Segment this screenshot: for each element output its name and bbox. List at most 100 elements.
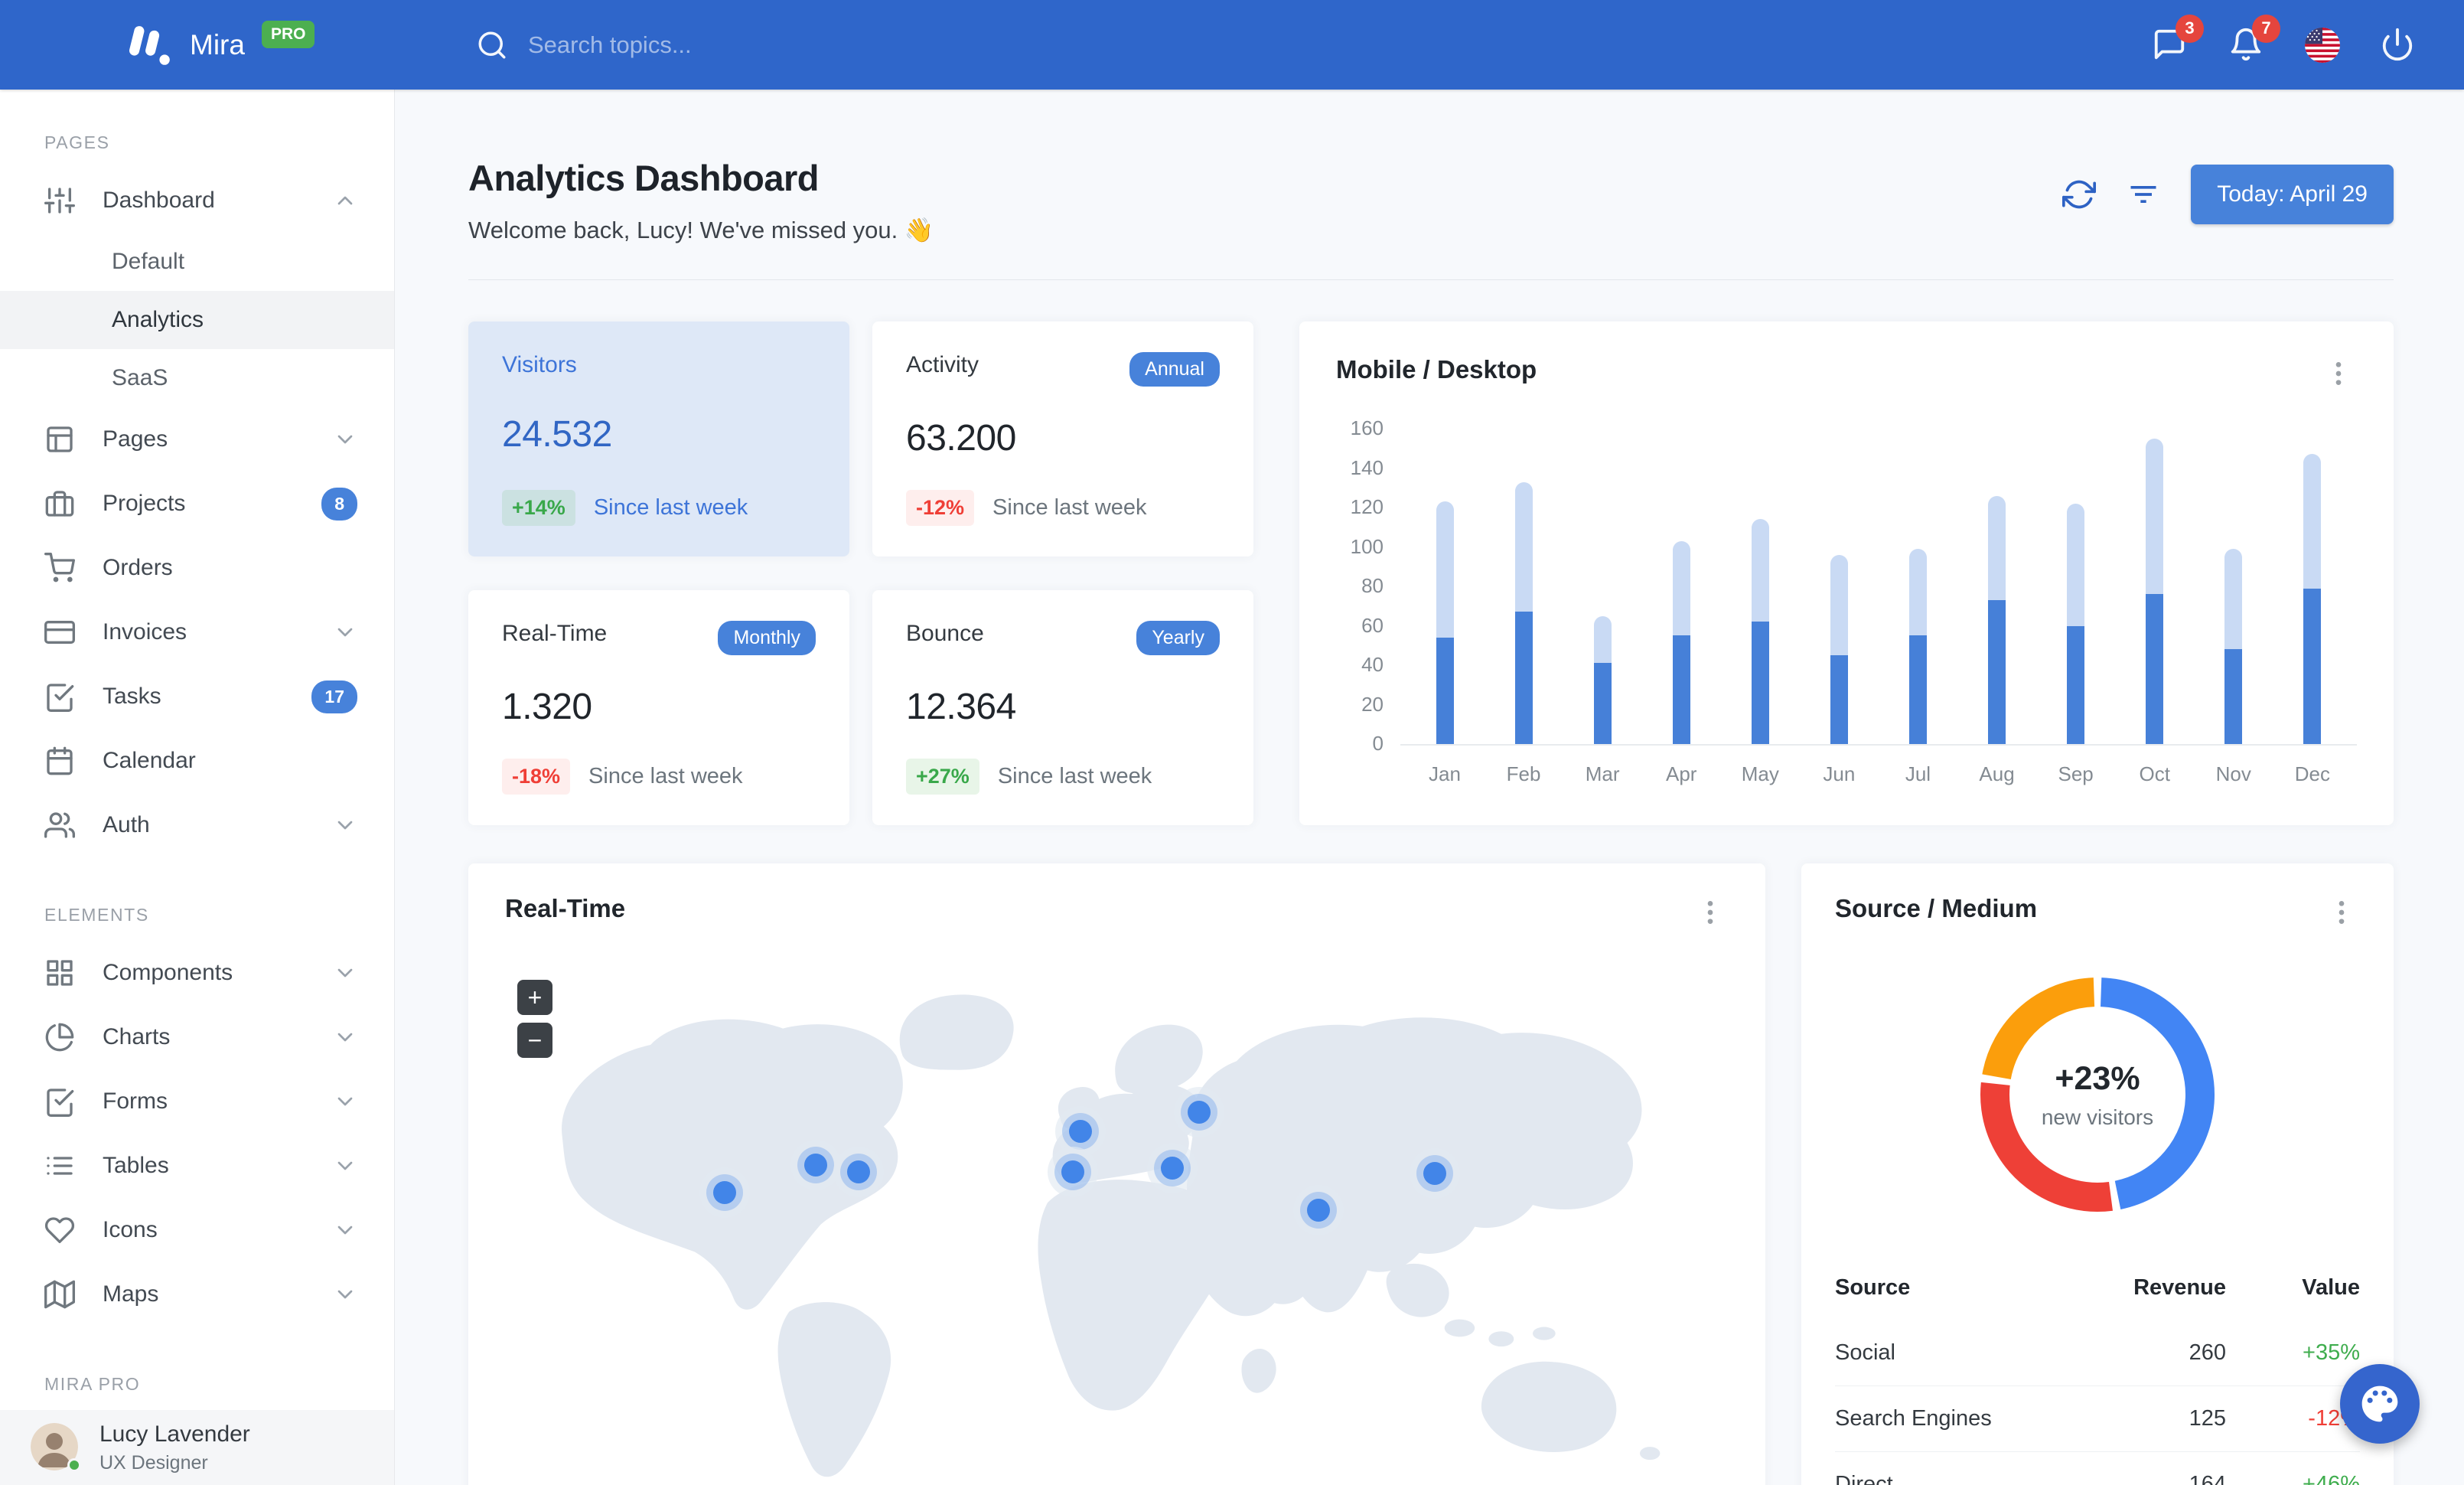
check-square-icon — [44, 1086, 75, 1117]
map-marker[interactable] — [1307, 1198, 1331, 1222]
sidebar-section-pages: PAGES — [44, 132, 110, 152]
sidebar-item-label: Dashboard — [103, 188, 215, 213]
sidebar-item-default[interactable]: Default — [0, 233, 394, 291]
sidebar-item-maps[interactable]: Maps — [0, 1262, 394, 1327]
map-marker[interactable] — [1160, 1156, 1184, 1180]
map-marker[interactable] — [1061, 1160, 1084, 1184]
bar-segment-mobile — [2303, 588, 2322, 744]
card-menu-button[interactable] — [2320, 355, 2357, 392]
filter-button[interactable] — [2127, 178, 2160, 211]
sidebar-item-dashboard[interactable]: Dashboard — [0, 168, 394, 233]
sidebar-item-label: Charts — [103, 1024, 171, 1049]
sidebar-item-analytics[interactable]: Analytics — [0, 291, 394, 349]
sidebar-item-icons[interactable]: Icons — [0, 1198, 394, 1262]
map-zoom-out-button[interactable]: − — [517, 1023, 552, 1058]
sidebar-item-label: Forms — [103, 1088, 168, 1114]
sidebar-item-label: Default — [112, 249, 185, 274]
bar-segment-mobile — [2146, 594, 2164, 744]
logout-button[interactable] — [2380, 27, 2417, 64]
period-badge: Annual — [1129, 352, 1220, 387]
x-tick-label: Jan — [1429, 762, 1461, 785]
theme-settings-fab[interactable] — [2340, 1364, 2420, 1444]
bar-segment-mobile — [2067, 625, 2085, 744]
bar-jan[interactable] — [1423, 501, 1466, 744]
sidebar-item-invoices[interactable]: Invoices — [0, 600, 394, 664]
sidebar-item-orders[interactable]: Orders — [0, 536, 394, 600]
sidebar-item-pages[interactable]: Pages — [0, 407, 394, 472]
bar-segment-mobile — [1908, 635, 1927, 744]
search-input[interactable] — [528, 31, 1002, 59]
donut-center-value: +23% — [2055, 1059, 2140, 1097]
map-marker[interactable] — [803, 1154, 827, 1177]
bar-segment-desktop — [1436, 501, 1454, 638]
stat-card-activity: Activity Annual 63.200 -12% Since last w… — [872, 321, 1253, 556]
map-marker[interactable] — [713, 1180, 737, 1204]
bar-segment-desktop — [1830, 554, 1848, 656]
map-marker[interactable] — [1068, 1119, 1092, 1143]
messages-button[interactable]: 3 — [2152, 14, 2204, 64]
sidebar-item-charts[interactable]: Charts — [0, 1005, 394, 1069]
table-header-revenue: Revenue — [2133, 1275, 2226, 1300]
x-tick-label: May — [1741, 762, 1779, 785]
sidebar-item-calendar[interactable]: Calendar — [0, 729, 394, 793]
kebab-menu-icon — [1707, 901, 1713, 924]
sidebar-item-tasks[interactable]: Tasks 17 — [0, 664, 394, 729]
pro-badge: PRO — [261, 20, 315, 48]
bar-oct[interactable] — [2133, 438, 2176, 744]
chevron-down-icon — [333, 961, 357, 985]
power-icon — [2382, 28, 2413, 60]
shopping-cart-icon — [44, 553, 75, 583]
bar-nov[interactable] — [2212, 549, 2255, 744]
map-marker[interactable] — [1187, 1100, 1211, 1124]
sidebar-item-components[interactable]: Components — [0, 941, 394, 1005]
map-zoom-in-button[interactable]: + — [517, 980, 552, 1015]
bar-mar[interactable] — [1581, 615, 1624, 744]
revenue-cell: 164 — [2189, 1472, 2226, 1485]
refresh-icon — [2062, 180, 2097, 209]
stat-title: Real-Time — [502, 621, 608, 646]
stat-caption: Since last week — [593, 495, 748, 520]
page-title: Analytics Dashboard — [468, 158, 820, 198]
sidebar-item-label: Pages — [103, 426, 168, 452]
language-flag-button[interactable] — [2305, 27, 2340, 63]
bar-dec[interactable] — [2291, 454, 2334, 744]
credit-card-icon — [44, 617, 75, 648]
sidebar-item-forms[interactable]: Forms — [0, 1069, 394, 1134]
stat-title: Visitors — [502, 352, 577, 377]
sidebar-item-auth[interactable]: Auth — [0, 793, 394, 857]
bar-jul[interactable] — [1896, 549, 1939, 744]
header-divider — [468, 279, 2394, 280]
map-marker[interactable] — [846, 1160, 870, 1184]
card-menu-button[interactable] — [1692, 894, 1729, 931]
date-range-button[interactable]: Today: April 29 — [2191, 165, 2394, 224]
sidebar-user-card[interactable]: Lucy Lavender UX Designer — [0, 1410, 394, 1485]
sidebar-item-tables[interactable]: Tables — [0, 1134, 394, 1198]
bar-feb[interactable] — [1502, 481, 1545, 744]
users-icon — [44, 810, 75, 840]
chevron-down-icon — [333, 1089, 357, 1114]
table-header-source: Source — [1835, 1275, 1911, 1300]
chevron-down-icon — [333, 813, 357, 837]
stat-delta-badge: -12% — [906, 490, 975, 526]
table-header-value: Value — [2302, 1275, 2360, 1300]
list-icon — [44, 1150, 75, 1181]
bar-may[interactable] — [1739, 519, 1781, 744]
refresh-button[interactable] — [2062, 178, 2097, 211]
card-menu-button[interactable] — [2323, 894, 2360, 931]
bar-jun[interactable] — [1817, 554, 1860, 744]
bar-aug[interactable] — [1976, 495, 2019, 744]
tasks-count-badge: 17 — [311, 680, 357, 713]
chevron-down-icon — [333, 1218, 357, 1242]
map-marker[interactable] — [1423, 1162, 1446, 1186]
y-tick-label: 20 — [1361, 692, 1384, 716]
messages-count-badge: 3 — [2176, 14, 2204, 43]
realtime-map-card: Real-Time + − — [468, 863, 1765, 1485]
sidebar-item-projects[interactable]: Projects 8 — [0, 472, 394, 536]
bar-sep[interactable] — [2055, 503, 2097, 744]
sidebar-item-saas[interactable]: SaaS — [0, 349, 394, 407]
kebab-menu-icon — [2339, 901, 2345, 924]
x-axis: Jan Feb Mar Apr May Jun Jul Aug Sep Oct Nov Dec — [1400, 762, 2357, 786]
notifications-button[interactable]: 7 — [2228, 14, 2280, 64]
bar-apr[interactable] — [1660, 540, 1703, 744]
projects-count-badge: 8 — [321, 487, 357, 521]
